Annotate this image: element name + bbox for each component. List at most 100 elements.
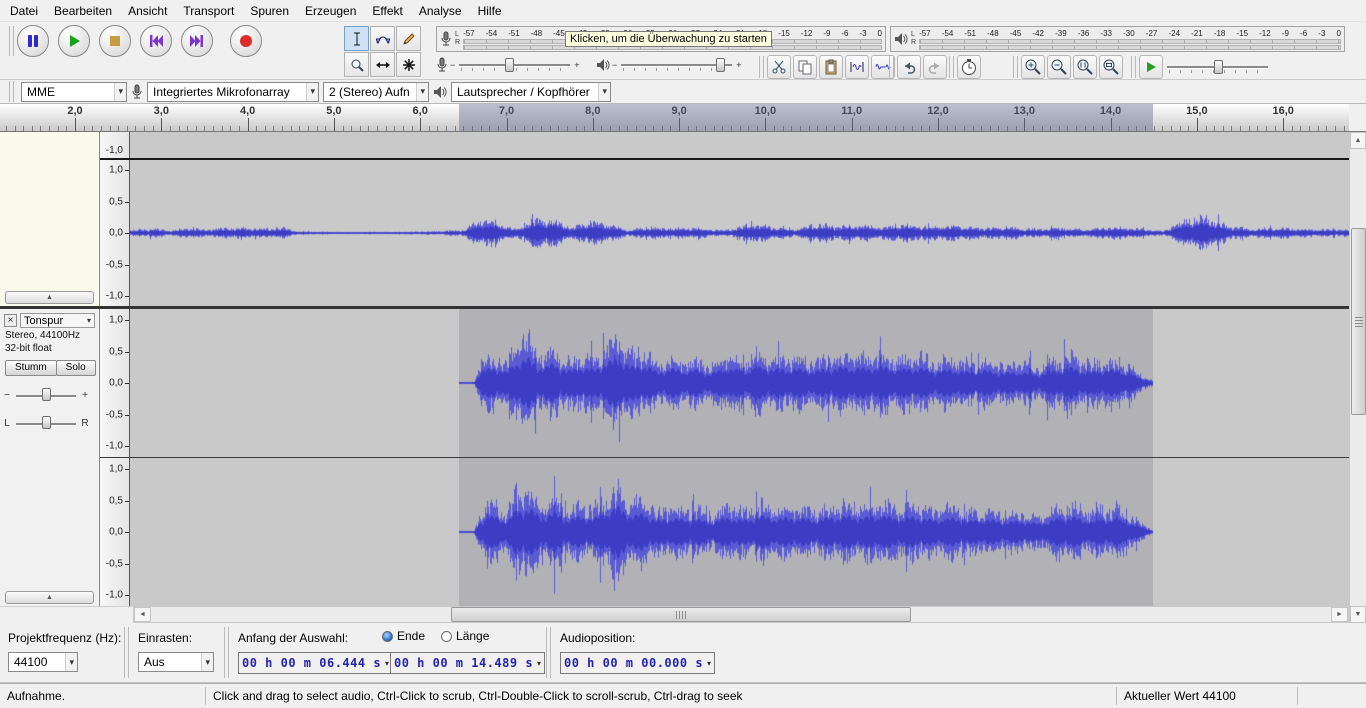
toolbar-grip[interactable] — [1013, 56, 1018, 78]
trim-audio-button[interactable] — [845, 55, 869, 79]
track2-name-menu[interactable]: Tonspur ▾ — [20, 313, 95, 328]
track2-collapse-button[interactable]: ▲ — [5, 591, 94, 604]
menu-hilfe[interactable]: Hilfe — [470, 0, 510, 21]
track2-gain-slider[interactable] — [14, 386, 78, 404]
menu-spuren[interactable]: Spuren — [242, 0, 297, 21]
recording-volume-slider[interactable] — [457, 55, 572, 75]
track1-vertical-ruler[interactable]: 1,00,50,0-0,5-1,0 — [100, 160, 130, 306]
scroll-left-button[interactable]: ◄ — [134, 607, 151, 622]
previous-track-vertical-ruler[interactable]: -1,0 — [100, 132, 130, 158]
menu-bearbeiten[interactable]: Bearbeiten — [46, 0, 120, 21]
playback-volume-thumb[interactable] — [716, 58, 725, 72]
toolbar-grip[interactable] — [9, 81, 14, 102]
scroll-down-button[interactable]: ▼ — [1350, 606, 1366, 623]
toolbar-grip[interactable] — [9, 26, 14, 56]
undo-button[interactable] — [897, 55, 921, 79]
play-at-speed-button[interactable] — [1139, 55, 1163, 79]
toolbar-grip[interactable] — [1131, 56, 1136, 78]
radio-length[interactable]: Länge — [441, 629, 489, 643]
horizontal-scrollbar-thumb[interactable] — [451, 607, 911, 622]
play-speed-slider[interactable] — [1165, 57, 1270, 77]
timeline-selection-region — [459, 104, 1153, 131]
stop-button[interactable] — [99, 25, 131, 57]
horizontal-scrollbar-track[interactable] — [151, 607, 1331, 622]
menu-ansicht[interactable]: Ansicht — [120, 0, 175, 21]
multi-tool-button[interactable] — [396, 52, 421, 77]
playback-device-select[interactable]: Lautsprecher / Kopfhörer ▾ — [451, 82, 611, 102]
track2-right-vertical-ruler[interactable]: 1,00,50,0-0,5-1,0 — [100, 458, 130, 606]
zoom-out-button[interactable] — [1047, 55, 1071, 79]
track2-pan-thumb[interactable] — [42, 416, 51, 429]
skip-to-start-button[interactable] — [140, 25, 172, 57]
skip-to-end-button[interactable] — [181, 25, 213, 57]
audio-host-select[interactable]: MME ▾ — [21, 82, 127, 102]
track2-close-button[interactable]: × — [4, 314, 17, 327]
track2-control-panel[interactable]: × Tonspur ▾ Stereo, 44100Hz 32-bit float… — [0, 309, 100, 606]
recording-meter[interactable]: LR -57-54-51-48-45-42-39-36-33-30-27-24-… — [436, 26, 886, 52]
paste-button[interactable] — [819, 55, 843, 79]
ruler-tick — [256, 126, 257, 131]
scroll-up-button[interactable]: ▲ — [1350, 132, 1366, 149]
copy-button[interactable] — [793, 55, 817, 79]
track2-pan-slider[interactable] — [14, 414, 78, 432]
envelope-tool-button[interactable] — [370, 26, 395, 51]
radio-end[interactable]: Ende — [382, 629, 425, 643]
scroll-right-button[interactable]: ► — [1331, 607, 1348, 622]
record-button[interactable] — [230, 25, 262, 57]
ruler-tick — [783, 126, 784, 131]
horizontal-scrollbar[interactable]: ◄ ► — [133, 606, 1349, 623]
timeshift-tool-button[interactable] — [370, 52, 395, 77]
track2-left-wave-area[interactable] — [130, 309, 1349, 457]
fit-selection-button[interactable] — [1073, 55, 1097, 79]
previous-track-wave-area[interactable] — [130, 132, 1349, 158]
fit-project-button[interactable] — [1099, 55, 1123, 79]
track2-gain-thumb[interactable] — [42, 388, 51, 401]
vertical-scrollbar[interactable]: ▲ ▼ — [1349, 132, 1366, 623]
menu-transport[interactable]: Transport — [175, 0, 242, 21]
recording-channels-select[interactable]: 2 (Stereo) Aufn ▾ — [323, 82, 429, 102]
play-speed-thumb[interactable] — [1214, 60, 1223, 74]
redo-button[interactable] — [923, 55, 947, 79]
draw-tool-button[interactable] — [396, 26, 421, 51]
menu-analyse[interactable]: Analyse — [411, 0, 470, 21]
playback-volume-slider[interactable] — [619, 55, 734, 75]
zoom-in-button[interactable] — [1021, 55, 1045, 79]
selection-start-time[interactable]: 00 h 00 m 06.444 s ▾ — [238, 652, 393, 674]
track2-left-waveform[interactable] — [130, 309, 1349, 457]
track2-right-waveform[interactable] — [130, 458, 1349, 606]
track1-collapse-button[interactable]: ▲ — [5, 291, 94, 304]
track1-wave-area[interactable] — [130, 160, 1349, 306]
track2-header: × Tonspur ▾ — [4, 313, 95, 328]
mute-button[interactable]: Stumm — [5, 360, 57, 376]
toolbar-grip[interactable] — [546, 627, 551, 678]
selection-tool-button[interactable] — [344, 26, 369, 51]
playback-meter[interactable]: LR -57-54-51-48-45-42-39-36-33-30-27-24-… — [890, 26, 1345, 52]
menu-erzeugen[interactable]: Erzeugen — [297, 0, 364, 21]
monitoring-tooltip[interactable]: Klicken, um die Überwachung zu starten — [565, 31, 772, 47]
cut-button[interactable] — [767, 55, 791, 79]
vertical-scrollbar-thumb[interactable] — [1351, 228, 1366, 415]
track1-control-panel[interactable]: ▲ — [0, 132, 100, 306]
track1-waveform[interactable] — [130, 160, 1349, 306]
selection-end-time[interactable]: 00 h 00 m 14.489 s ▾ — [390, 652, 545, 674]
menu-effekt[interactable]: Effekt — [364, 0, 410, 21]
track2-left-vertical-ruler[interactable]: 1,00,50,0-0,5-1,0 — [100, 309, 130, 457]
track2-right-wave-area[interactable] — [130, 458, 1349, 606]
play-button[interactable] — [58, 25, 90, 57]
pause-button[interactable] — [17, 25, 49, 57]
toolbar-grip[interactable] — [759, 56, 764, 78]
project-rate-select[interactable]: 44100 ▾ — [8, 652, 78, 672]
recording-volume-thumb[interactable] — [505, 58, 514, 72]
toolbar-grip[interactable] — [949, 56, 954, 78]
menu-datei[interactable]: Datei — [2, 0, 46, 21]
audio-position-time[interactable]: 00 h 00 m 00.000 s ▾ — [560, 652, 715, 674]
toolbar-grip[interactable] — [889, 56, 894, 78]
recording-device-select[interactable]: Integriertes Mikrofonarray ▾ — [147, 82, 319, 102]
timeline-ruler[interactable]: 2,03,04,05,06,07,08,09,010,011,012,013,0… — [0, 104, 1349, 132]
timer-record-button[interactable] — [957, 55, 981, 79]
snap-to-select[interactable]: Aus ▾ — [138, 652, 214, 672]
solo-button[interactable]: Solo — [56, 360, 96, 376]
toolbar-grip[interactable] — [224, 627, 229, 678]
toolbar-grip[interactable] — [124, 627, 129, 678]
zoom-tool-button[interactable] — [344, 52, 369, 77]
